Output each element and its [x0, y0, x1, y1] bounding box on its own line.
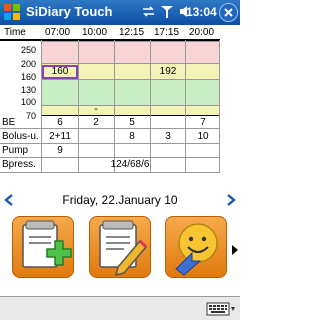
glucose-value-1[interactable]: 160	[41, 66, 79, 77]
document-pencil-icon	[99, 220, 148, 277]
action-bar	[0, 214, 240, 284]
grid-line	[41, 79, 220, 80]
ytick-100: 100	[20, 97, 36, 107]
ytick-200: 200	[20, 59, 36, 69]
low-marker: -	[94, 104, 98, 115]
glucose-value-4[interactable]: 192	[149, 66, 187, 77]
row-label-pump: Pump	[2, 145, 29, 156]
ytick-160: 160	[20, 72, 36, 82]
range-band-low	[41, 105, 220, 115]
time-col-5[interactable]: 20:00	[189, 27, 214, 38]
signal-icon[interactable]	[160, 5, 174, 18]
time-header-label: Time	[4, 27, 26, 38]
windows-start-icon[interactable]	[3, 3, 21, 21]
be-cell[interactable]: 5	[113, 117, 151, 128]
grid-col-line	[185, 40, 186, 173]
grid-line	[0, 143, 220, 144]
ytick-130: 130	[20, 85, 36, 95]
bolus-cell[interactable]: 8	[113, 131, 151, 142]
be-cell[interactable]: 7	[184, 117, 222, 128]
be-cell[interactable]: 2	[77, 117, 115, 128]
keyboard-icon[interactable]	[206, 301, 236, 317]
date-label[interactable]: Friday, 22.January 10	[0, 193, 240, 207]
pump-cell[interactable]: 9	[41, 145, 79, 156]
time-header: Time 07:00 10:00 12:15 17:15 20:00	[0, 27, 220, 39]
mood-button[interactable]	[165, 216, 227, 278]
grid-line	[41, 115, 220, 116]
time-col-4[interactable]: 17:15	[154, 27, 179, 38]
row-label-bolus: Bolus-u.	[2, 131, 39, 142]
row-label-bpress: Bpress.	[2, 159, 36, 170]
close-button[interactable]	[219, 3, 238, 22]
bolus-cell[interactable]: 2+11	[41, 131, 79, 142]
scroll-right-icon[interactable]	[231, 244, 239, 256]
app-title: SiDiary Touch	[26, 4, 113, 19]
grid-col-line	[150, 40, 151, 173]
time-col-3[interactable]: 12:15	[119, 27, 144, 38]
range-band-high	[41, 41, 220, 63]
time-col-2[interactable]: 10:00	[82, 27, 107, 38]
grid-line	[0, 157, 220, 158]
smiley-icon	[175, 223, 218, 276]
grid-line	[0, 172, 220, 173]
grid-line	[41, 41, 220, 42]
clock[interactable]: 13:04	[186, 5, 217, 19]
grid-line	[41, 105, 220, 106]
connectivity-icon[interactable]	[142, 5, 155, 18]
bpress-cell[interactable]: 124/68/6	[100, 159, 160, 170]
close-icon	[224, 8, 233, 17]
grid-line	[0, 128, 220, 129]
time-col-1[interactable]: 07:00	[45, 27, 70, 38]
soft-key-bar	[0, 296, 240, 320]
daily-grid[interactable]: Time 07:00 10:00 12:15 17:15 20:00 250 2…	[0, 25, 220, 173]
title-bar: SiDiary Touch 13:04	[0, 0, 240, 25]
bolus-cell[interactable]: 3	[149, 131, 187, 142]
grid-col-line	[219, 40, 220, 173]
new-entry-button[interactable]	[12, 216, 74, 278]
next-day-icon[interactable]	[226, 194, 236, 206]
date-bar: Friday, 22.January 10	[0, 190, 240, 210]
row-label-be: BE	[2, 117, 16, 128]
be-cell[interactable]: 6	[41, 117, 79, 128]
document-plus-icon	[22, 220, 72, 268]
bolus-cell[interactable]: 10	[184, 131, 222, 142]
grid-line	[41, 63, 220, 64]
range-band-target	[41, 79, 220, 105]
ytick-250: 250	[20, 45, 36, 55]
edit-entry-button[interactable]	[89, 216, 151, 278]
